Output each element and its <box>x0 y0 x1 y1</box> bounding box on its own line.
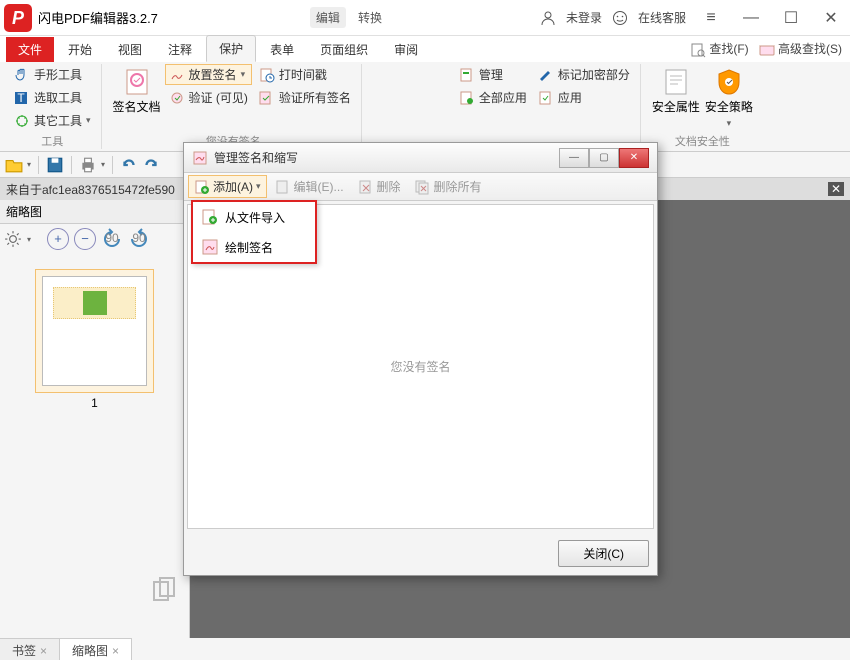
dialog-close-button[interactable]: 关闭(C) <box>558 540 649 567</box>
add-draw-signature[interactable]: 绘制签名 <box>193 232 315 262</box>
title-bar: P 闪电PDF编辑器3.2.7 编辑 转换 未登录 在线客服 ≡ ― ☐ ✕ <box>0 0 850 36</box>
document-name: 来自于afc1ea8376515472fe590 <box>6 181 175 198</box>
tab-annotate[interactable]: 注释 <box>156 37 204 62</box>
place-sign-button[interactable]: 放置签名 ▾ <box>165 64 252 85</box>
bottom-tabs: 书签× 缩略图× <box>0 638 132 660</box>
security-group-label: 文档安全性 <box>651 131 754 149</box>
find-label: 查找(F) <box>709 42 748 56</box>
online-service[interactable]: 在线客服 <box>638 9 686 26</box>
ribbon: 手形工具 T选取工具 其它工具 ▾ 工具 签名文档 放置签名 ▾ 验证 (可见)… <box>0 62 850 152</box>
app-logo: P <box>4 4 32 32</box>
tab-file[interactable]: 文件 <box>6 37 54 62</box>
copy-pages-icon[interactable] <box>150 576 178 604</box>
empty-text: 您没有签名 <box>390 358 450 375</box>
security-policy-button[interactable]: 安全策略 ▾ <box>704 64 754 131</box>
menu-button[interactable]: ≡ <box>696 9 726 27</box>
zoom-out-icon[interactable]: − <box>74 228 96 250</box>
dialog-title: 管理签名和缩写 <box>214 149 559 166</box>
rotate-left-icon[interactable]: 90 <box>101 228 123 250</box>
tab-page-org[interactable]: 页面组织 <box>308 37 380 62</box>
apply-button[interactable]: 应用 <box>534 87 634 108</box>
adv-find-label: 高级查找(S) <box>778 42 842 56</box>
verify-all-button[interactable]: 验证所有签名 <box>255 87 355 108</box>
select-tool[interactable]: T选取工具 <box>10 87 95 108</box>
page-number: 1 <box>35 393 154 410</box>
tab-form[interactable]: 表单 <box>258 37 306 62</box>
thumb-header: 缩略图 <box>0 200 189 224</box>
undo-icon[interactable] <box>120 156 138 174</box>
delete-all-button[interactable]: 删除所有 <box>409 175 488 198</box>
verify-button[interactable]: 验证 (可见) <box>165 87 252 108</box>
tools-group-label: 工具 <box>10 131 95 149</box>
mode-edit[interactable]: 编辑 <box>310 7 346 28</box>
svg-text:90: 90 <box>132 231 146 245</box>
tab-thumbnail[interactable]: 缩略图× <box>60 639 132 660</box>
manage-button[interactable]: 管理 <box>455 64 531 85</box>
svg-text:T: T <box>17 91 25 105</box>
save-icon[interactable] <box>46 156 64 174</box>
delete-button[interactable]: 删除 <box>352 175 407 198</box>
redo-icon[interactable] <box>142 156 160 174</box>
close-button[interactable]: ✕ <box>816 8 846 28</box>
thumbnail-panel: 缩略图 ▾ + − 90 90 1 <box>0 200 190 638</box>
dialog-close-x[interactable]: ✕ <box>619 148 649 168</box>
open-icon[interactable] <box>5 156 23 174</box>
zoom-in-icon[interactable]: + <box>47 228 69 250</box>
mode-convert[interactable]: 转换 <box>352 7 388 28</box>
hand-tool[interactable]: 手形工具 <box>10 64 95 85</box>
add-from-file[interactable]: 从文件导入 <box>193 202 315 232</box>
tab-start[interactable]: 开始 <box>56 37 104 62</box>
dialog-minimize[interactable]: ― <box>559 148 589 168</box>
app-title: 闪电PDF编辑器3.2.7 <box>38 8 158 27</box>
dialog-icon <box>192 150 208 166</box>
tab-bar: 文件 开始 视图 注释 保护 表单 页面组织 审阅 查找(F) 高级查找(S) <box>0 36 850 62</box>
user-icon <box>540 10 556 26</box>
login-status[interactable]: 未登录 <box>566 9 602 26</box>
edit-button[interactable]: 编辑(E)... <box>269 175 350 198</box>
find-button[interactable]: 查找(F) <box>690 40 749 58</box>
apply-all-button[interactable]: 全部应用 <box>455 87 531 108</box>
smile-icon <box>612 10 628 26</box>
timestamp-button[interactable]: 打时间戳 <box>255 64 355 85</box>
security-prop-button[interactable]: 安全属性 <box>651 64 701 131</box>
tab-bookmark[interactable]: 书签× <box>0 639 60 660</box>
add-dropdown: 从文件导入 绘制签名 <box>191 200 317 264</box>
mark-encrypt-button[interactable]: 标记加密部分 <box>534 64 634 85</box>
minimize-button[interactable]: ― <box>736 9 766 27</box>
tab-protect[interactable]: 保护 <box>206 35 256 62</box>
adv-find-button[interactable]: 高级查找(S) <box>759 40 842 58</box>
doc-close-icon[interactable]: ✕ <box>828 182 844 196</box>
svg-text:90: 90 <box>105 231 119 245</box>
dialog-maximize[interactable]: ▢ <box>589 148 619 168</box>
other-tools[interactable]: 其它工具 ▾ <box>10 110 95 131</box>
gear-icon[interactable] <box>4 230 22 248</box>
print-icon[interactable] <box>79 156 97 174</box>
rotate-right-icon[interactable]: 90 <box>128 228 150 250</box>
add-button[interactable]: 添加(A)▾ <box>188 175 267 198</box>
tab-review[interactable]: 审阅 <box>382 37 430 62</box>
page-thumbnail[interactable] <box>35 269 154 393</box>
maximize-button[interactable]: ☐ <box>776 8 806 28</box>
sign-doc-button[interactable]: 签名文档 <box>112 64 162 131</box>
leaf-icon <box>83 291 107 315</box>
tab-view[interactable]: 视图 <box>106 37 154 62</box>
